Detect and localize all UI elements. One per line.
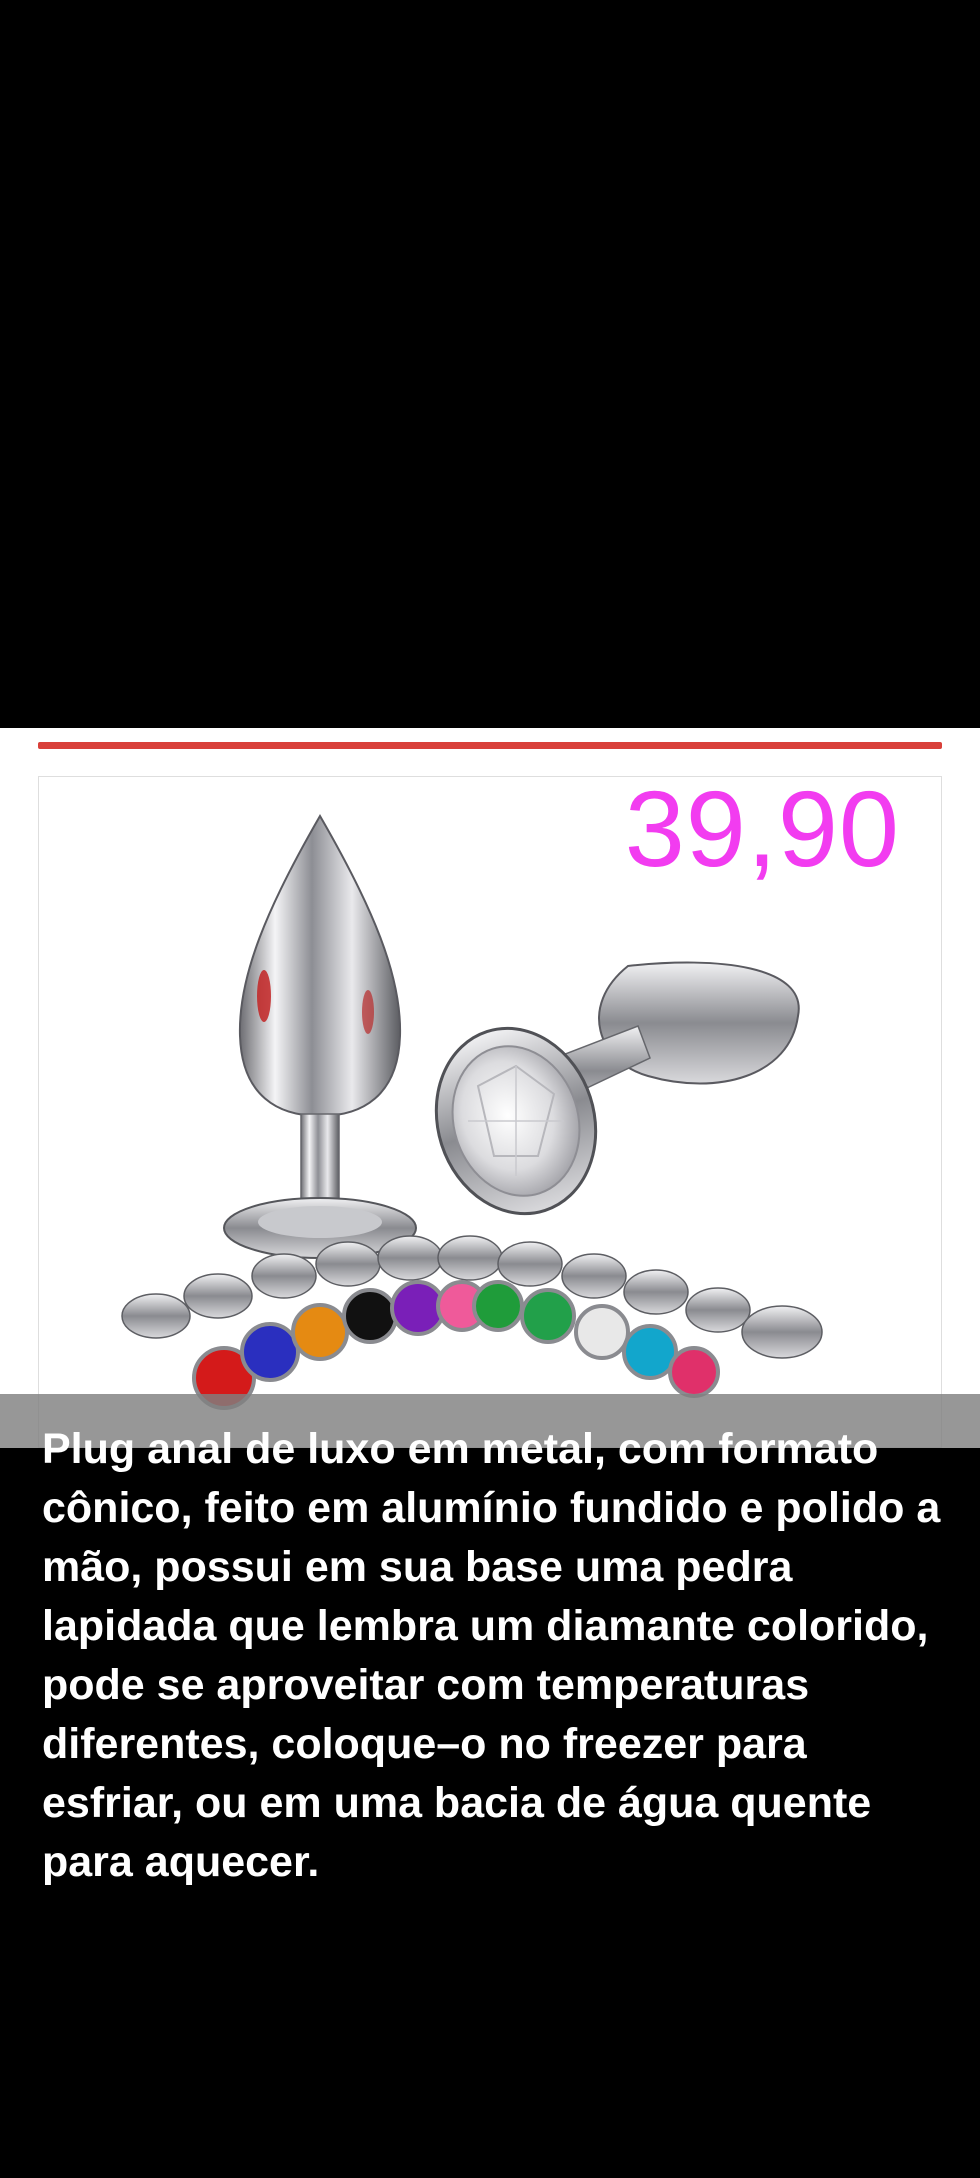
red-divider [38, 742, 942, 749]
standing-plug [223, 814, 417, 1259]
jeweled-plug-row [121, 1235, 823, 1410]
product-description: Plug anal de luxo em metal, com formato … [42, 1425, 941, 1886]
product-price: 39,90 [624, 768, 900, 889]
lying-plug [434, 961, 800, 1216]
top-black-area [0, 0, 980, 728]
